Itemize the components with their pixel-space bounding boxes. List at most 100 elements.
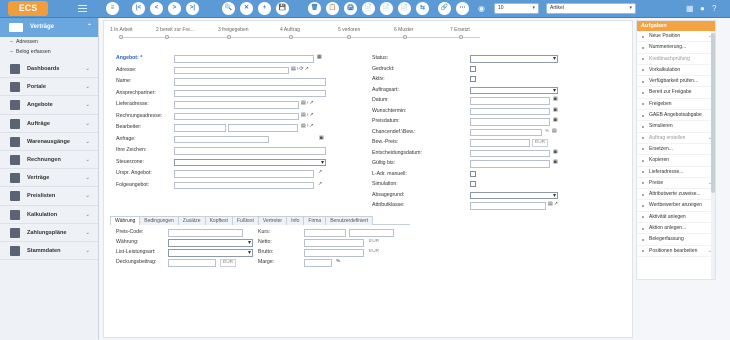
rss-icon[interactable]: ◉ xyxy=(478,4,485,13)
document-button-1[interactable]: 📄 xyxy=(362,2,375,15)
sidebar-subitem-receipt[interactable]: – Belog erfassen xyxy=(0,47,98,57)
rate-input[interactable] xyxy=(304,229,346,237)
layout-icon[interactable]: ▦ xyxy=(686,4,694,13)
record-count-select[interactable]: 10 ▾ xyxy=(494,3,539,14)
table-icon[interactable]: ▦ xyxy=(317,54,323,60)
status-select[interactable] xyxy=(470,55,558,63)
save-button[interactable]: 💾 xyxy=(276,2,289,15)
task-item-19[interactable]: Positionen bearbeiten ⌄ xyxy=(637,246,715,257)
task-item-5[interactable]: Bereit zur Freigabe xyxy=(637,87,715,99)
sidebar-item-9[interactable]: Zahlungspläne ⌄ xyxy=(0,224,98,242)
new-button[interactable]: + xyxy=(258,2,271,15)
task-item-15[interactable]: Wertbewerber anzeigen xyxy=(637,200,715,212)
gross-input[interactable] xyxy=(304,249,364,257)
valid-until-input[interactable] xyxy=(470,160,550,168)
price-code-input[interactable] xyxy=(168,229,243,237)
calendar-icon[interactable]: ▣ xyxy=(553,107,559,113)
sidebar-item-1[interactable]: Portale ⌄ xyxy=(0,78,98,97)
attribute-class-input[interactable] xyxy=(470,202,546,210)
task-item-4[interactable]: Verfügbarkeit prüfen... xyxy=(637,76,715,88)
sidebar-item-2[interactable]: Angebote ⌄ xyxy=(0,96,98,115)
task-item-0[interactable]: Neue Position ⌄ xyxy=(637,31,715,43)
calendar-icon[interactable]: ▣ xyxy=(553,159,559,165)
task-item-2[interactable]: Kreditnachprüfung xyxy=(637,54,715,65)
document-button-3[interactable]: 📄 xyxy=(398,2,411,15)
more-button[interactable]: ⋯ xyxy=(456,2,469,15)
tax-zone-select[interactable] xyxy=(174,158,326,167)
list-view-icon[interactable]: ≡ xyxy=(106,2,119,15)
task-item-14[interactable]: Attributwerte zuweise... xyxy=(637,189,715,201)
step-3[interactable]: 3 freigegeben xyxy=(218,27,249,39)
step-1[interactable]: 1 In Arbeit xyxy=(110,27,133,39)
task-item-12[interactable]: Lieferadresse... xyxy=(637,167,715,178)
invoice-address-input[interactable] xyxy=(174,112,299,121)
sidebar-subitem-addresses[interactable]: – Adressen xyxy=(0,37,98,47)
lookup-icons[interactable]: ▤›↗ xyxy=(301,123,315,129)
step-7[interactable]: 7 Ersetzt xyxy=(450,27,470,39)
calendar-icon[interactable]: ▣ xyxy=(553,149,559,155)
offer-input[interactable] xyxy=(174,55,314,63)
task-item-1[interactable]: Nummerierung... xyxy=(637,42,715,54)
task-item-17[interactable]: Aktion anlegen... xyxy=(637,223,715,235)
chance-input[interactable] xyxy=(470,128,542,137)
open-icon[interactable]: ↗ xyxy=(318,181,323,187)
manual-address-checkbox[interactable] xyxy=(470,170,476,177)
margin-input[interactable] xyxy=(304,259,332,267)
task-item-7[interactable]: GAEB Angebotsabgabe xyxy=(637,110,715,122)
tasks-scroll-thumb[interactable] xyxy=(711,33,715,193)
transfer-button[interactable]: ⇆ xyxy=(416,2,429,15)
desired-date-input[interactable] xyxy=(470,107,550,116)
price-date-input[interactable] xyxy=(470,118,550,126)
name-input[interactable] xyxy=(174,78,326,86)
sidebar-item-7[interactable]: Preislisten ⌄ xyxy=(0,187,98,206)
task-item-6[interactable]: Freigeben xyxy=(637,99,715,111)
menu-toggle-icon[interactable] xyxy=(78,5,87,12)
document-button-2[interactable]: 📄 xyxy=(380,2,393,15)
list-service-select[interactable] xyxy=(168,249,253,257)
sidebar-item-5[interactable]: Rechnungen ⌄ xyxy=(0,151,98,170)
first-record-button[interactable]: |< xyxy=(132,2,145,15)
task-item-10[interactable]: Ersetzen... xyxy=(637,144,715,156)
editor-code-input[interactable] xyxy=(174,124,226,132)
your-ref-input[interactable] xyxy=(174,147,326,155)
tab-0[interactable]: Währung xyxy=(110,216,141,225)
tab-5[interactable]: Vertreter xyxy=(257,216,288,225)
table-icon[interactable]: ▤ xyxy=(552,128,558,134)
last-record-button[interactable]: >| xyxy=(186,2,199,15)
task-item-8[interactable]: Simulieren xyxy=(637,121,715,133)
rate-extra-input[interactable] xyxy=(349,229,394,237)
search-button[interactable]: 🔍 xyxy=(222,2,235,15)
print-button[interactable]: 🖨 xyxy=(344,2,357,15)
tab-7[interactable]: Firma xyxy=(303,216,327,225)
original-offer-input[interactable] xyxy=(174,170,314,178)
sidebar-item-3[interactable]: Aufträge ⌄ xyxy=(0,115,98,133)
lookup-icons[interactable]: ▤›↗ xyxy=(301,100,315,106)
link-button[interactable]: 🔗 xyxy=(438,2,451,15)
rejection-reason-select[interactable] xyxy=(470,191,558,200)
task-item-3[interactable]: Vorkalkulation xyxy=(637,65,715,77)
delivery-address-input[interactable] xyxy=(174,101,299,109)
decision-date-input[interactable] xyxy=(470,149,550,158)
cancel-button[interactable]: ✕ xyxy=(240,2,253,15)
tab-1[interactable]: Bedingungen xyxy=(139,216,179,225)
task-item-11[interactable]: Kopieren xyxy=(637,155,715,167)
address-lookup-icons[interactable]: ▤›⟳↗ xyxy=(291,66,310,72)
step-5[interactable]: 5 verloren xyxy=(338,27,360,39)
tab-4[interactable]: Fußtext xyxy=(231,216,259,225)
calendar-icon[interactable]: ▣ xyxy=(553,96,559,102)
sidebar-item-0[interactable]: Dashboards ⌄ xyxy=(0,60,98,79)
step-4[interactable]: 4 Auftrag xyxy=(280,27,300,39)
task-item-13[interactable]: Preise ⌄ xyxy=(637,178,715,190)
user-icon[interactable]: ● xyxy=(700,4,705,13)
sidebar-item-4[interactable]: Warenausgänge ⌄ xyxy=(0,133,98,151)
tab-6[interactable]: Info xyxy=(286,216,305,225)
sidebar-item-6[interactable]: Verträge ⌄ xyxy=(0,169,98,188)
net-input[interactable] xyxy=(304,239,364,247)
task-item-18[interactable]: Belegerfassung xyxy=(637,234,715,246)
prev-record-button[interactable]: < xyxy=(150,2,163,15)
task-item-9[interactable]: Auftrag erstellen ⌄ xyxy=(637,133,715,144)
contact-input[interactable] xyxy=(174,89,326,98)
step-2[interactable]: 2 bereit zur Fre... xyxy=(156,27,194,39)
order-type-select[interactable] xyxy=(470,86,558,95)
lookup-icons[interactable]: ▤›↗ xyxy=(301,112,315,118)
